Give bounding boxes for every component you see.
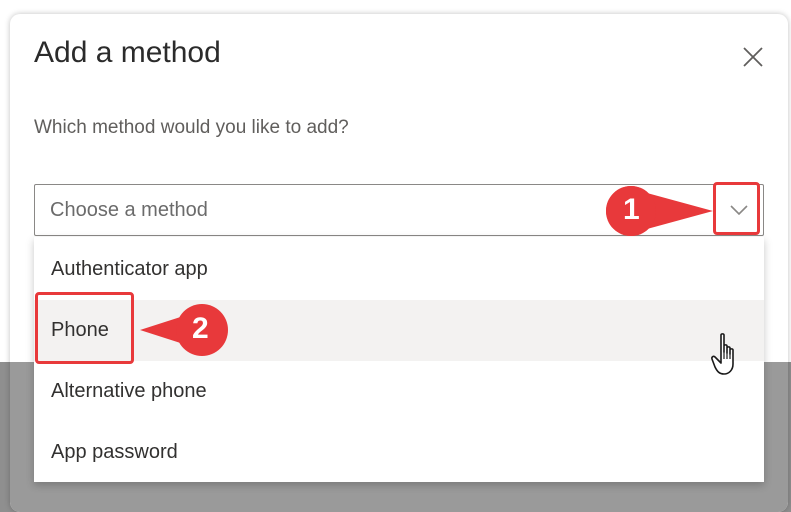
option-authenticator-app[interactable]: Authenticator app <box>34 239 764 300</box>
option-app-password[interactable]: App password <box>34 422 764 483</box>
step-2-badge: 2 <box>138 302 232 358</box>
close-icon <box>743 47 763 67</box>
step-2-number: 2 <box>192 312 209 345</box>
option-label: Authenticator app <box>51 258 208 280</box>
arrow-left-icon <box>140 304 228 356</box>
dialog-subtitle: Which method would you like to add? <box>34 117 349 138</box>
method-dropdown-list: Authenticator app Phone Alternative phon… <box>34 237 764 482</box>
callout-highlight-chevron <box>713 182 760 235</box>
dialog-title: Add a method <box>34 36 221 69</box>
step-1-number: 1 <box>623 193 640 226</box>
option-label: Alternative phone <box>51 380 207 402</box>
step-1-badge: 1 <box>603 183 715 239</box>
close-button[interactable] <box>736 40 770 74</box>
option-alternative-phone[interactable]: Alternative phone <box>34 361 764 422</box>
option-label: App password <box>51 441 178 463</box>
hand-pointer-cursor-icon <box>711 333 734 375</box>
callout-highlight-phone <box>35 292 134 364</box>
arrow-right-icon <box>606 186 713 236</box>
select-placeholder: Choose a method <box>50 199 208 221</box>
